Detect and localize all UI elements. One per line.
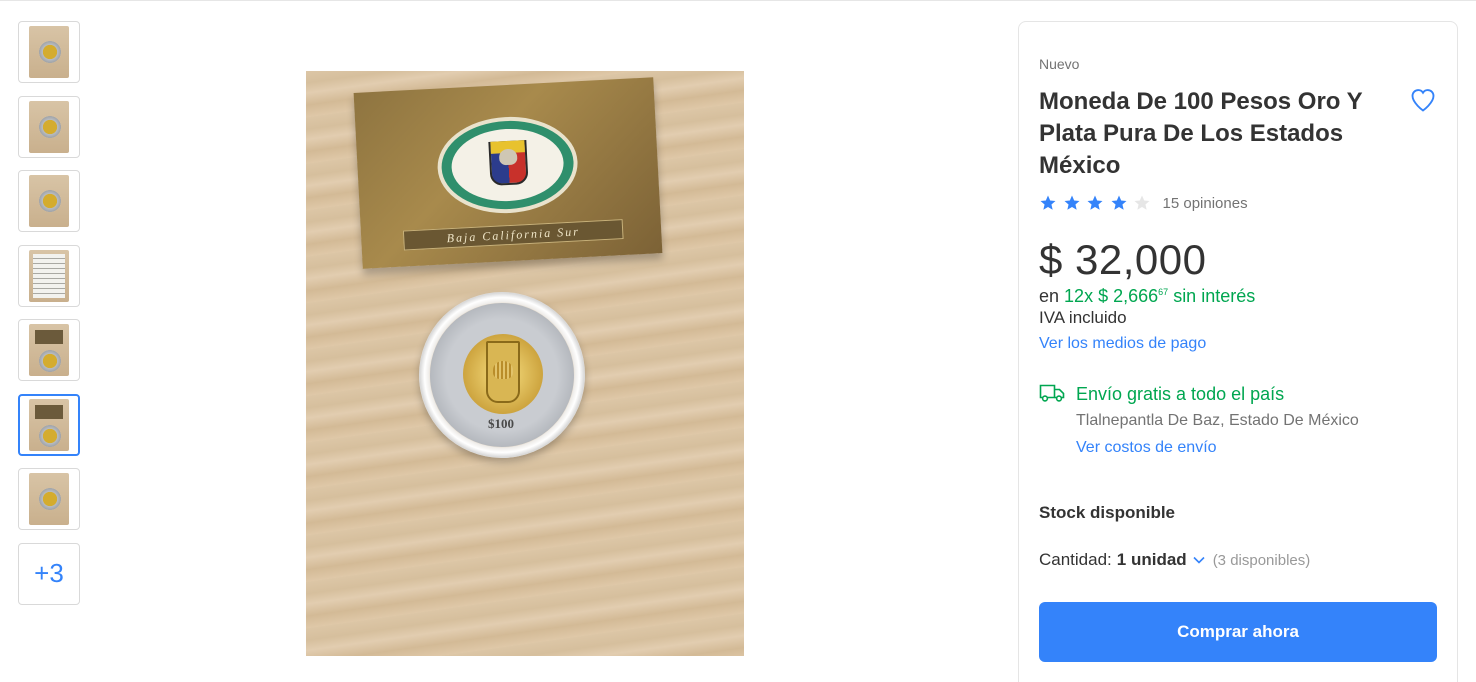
coin-image bbox=[39, 190, 61, 212]
thumbnail-3[interactable] bbox=[18, 170, 80, 232]
folder-caption: Baja California Sur bbox=[446, 224, 581, 246]
state-emblem bbox=[435, 113, 580, 217]
stock-available: Stock disponible bbox=[1039, 503, 1176, 522]
coin-folder: Baja California Sur bbox=[353, 77, 663, 269]
more-photos-label: +3 bbox=[34, 558, 64, 588]
installments-prefix: en bbox=[1039, 286, 1060, 306]
star-icon bbox=[1087, 195, 1103, 210]
installments-amount: $ 2,666 bbox=[1098, 286, 1159, 306]
free-shipping-label: Envío gratis a todo el país bbox=[1076, 384, 1285, 404]
reviews-count[interactable]: 15 opiniones bbox=[1163, 195, 1248, 212]
shell-emblem bbox=[498, 148, 518, 166]
star-icon bbox=[1111, 195, 1126, 210]
coin-image bbox=[39, 115, 61, 138]
truck-icon bbox=[1039, 384, 1065, 402]
thumbnail-1[interactable] bbox=[18, 21, 80, 83]
item-condition: Nuevo bbox=[1039, 56, 1080, 72]
book-image bbox=[35, 404, 63, 419]
thumbnail-2[interactable] bbox=[18, 95, 80, 158]
quantity-selector[interactable]: Cantidad: 1 unidad (3 disponibles) bbox=[1039, 550, 1310, 570]
star-icon bbox=[1064, 195, 1079, 210]
coin-shell bbox=[493, 361, 513, 379]
quantity-value[interactable]: 1 unidad bbox=[1117, 550, 1187, 570]
coin-image bbox=[39, 41, 61, 63]
available-count: (3 disponibles) bbox=[1212, 551, 1311, 569]
top-divider bbox=[0, 0, 1476, 1]
thumbnail-6-selected[interactable] bbox=[18, 393, 80, 456]
price: $ 32,000 bbox=[1039, 236, 1207, 283]
coin-value-text: $100 bbox=[488, 416, 514, 431]
thumbnail-4[interactable] bbox=[18, 244, 80, 307]
installments: en 12x $ 2,66667 sin interés bbox=[1039, 286, 1255, 307]
coin-image bbox=[39, 488, 61, 510]
thumbnail-5[interactable] bbox=[18, 319, 80, 381]
installments-count: 12x bbox=[1064, 286, 1094, 306]
document-image bbox=[33, 253, 65, 298]
installments-suffix: sin interés bbox=[1173, 286, 1256, 306]
star-icon bbox=[1040, 195, 1056, 210]
chevron-down-icon[interactable] bbox=[1193, 556, 1205, 564]
buy-now-button[interactable]: Comprar ahora bbox=[1039, 602, 1437, 662]
emblem-inner bbox=[449, 126, 566, 204]
quantity-label: Cantidad: bbox=[1039, 550, 1112, 569]
product-title: Moneda De 100 Pesos Oro Y Plata Pura De … bbox=[1039, 88, 1363, 179]
payment-methods-link[interactable]: Ver los medios de pago bbox=[1039, 335, 1206, 353]
rating[interactable]: 15 opiniones bbox=[1039, 194, 1248, 212]
thumbnail-7[interactable] bbox=[18, 468, 80, 530]
tax-note: IVA incluido bbox=[1039, 308, 1127, 327]
folder-banner: Baja California Sur bbox=[402, 219, 624, 251]
heart-icon[interactable] bbox=[1409, 86, 1437, 114]
coin-image bbox=[39, 424, 61, 447]
coin-image bbox=[39, 350, 61, 372]
installments-cents: 67 bbox=[1158, 287, 1169, 297]
buy-box: Nuevo Moneda De 100 Pesos Oro Y Plata Pu… bbox=[1018, 21, 1458, 682]
shipping-costs-link[interactable]: Ver costos de envío bbox=[1076, 439, 1217, 457]
more-photos-button[interactable]: +3 bbox=[18, 542, 80, 605]
book-image bbox=[35, 330, 63, 344]
main-product-image[interactable]: Baja California Sur $100 bbox=[306, 71, 744, 656]
star-empty-icon bbox=[1134, 195, 1150, 210]
thumbnail-gallery: +3 bbox=[18, 21, 80, 617]
shipping-location: Tlalnepantla De Baz, Estado De México bbox=[1076, 412, 1359, 429]
